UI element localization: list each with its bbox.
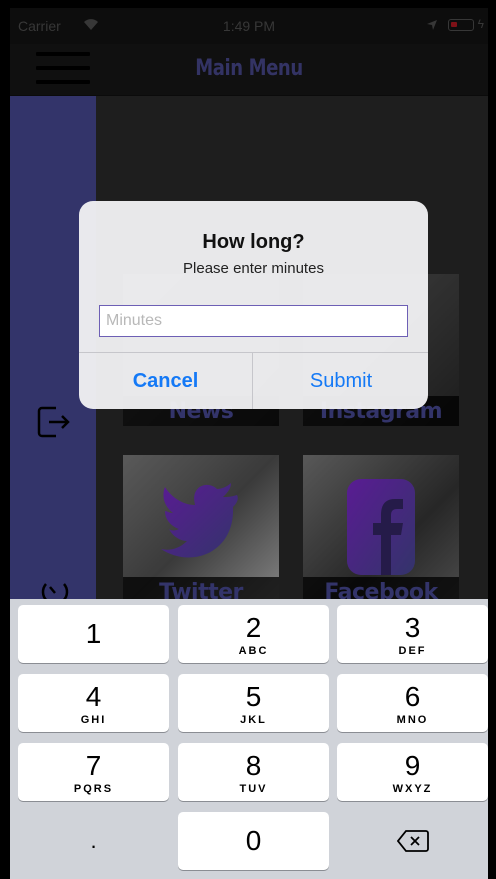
key-digit: 9 (404, 750, 421, 781)
key-0[interactable]: 0 (178, 812, 329, 870)
key-decimal[interactable]: . (18, 812, 169, 870)
key-5[interactable]: 5 JKL (178, 674, 329, 732)
alert-dialog: How long? Please enter minutes Cancel Su… (79, 201, 428, 409)
key-letters: GHI (80, 714, 107, 726)
key-letters: MNO (396, 714, 429, 726)
key-letters: DEF (398, 645, 427, 657)
key-digit: . (90, 828, 97, 853)
alert-actions: Cancel Submit (79, 352, 428, 409)
key-7[interactable]: 7 PQRS (18, 743, 169, 801)
key-9[interactable]: 9 WXYZ (337, 743, 488, 801)
key-digit: 5 (245, 681, 262, 712)
key-2[interactable]: 2 ABC (178, 605, 329, 663)
cancel-button[interactable]: Cancel (79, 353, 253, 409)
key-letters: WXYZ (392, 783, 433, 795)
minutes-input[interactable] (99, 305, 408, 337)
key-8[interactable]: 8 TUV (178, 743, 329, 801)
key-3[interactable]: 3 DEF (337, 605, 488, 663)
key-digit: 1 (85, 618, 102, 649)
alert-message: Please enter minutes (183, 260, 324, 277)
key-4[interactable]: 4 GHI (18, 674, 169, 732)
key-digit: 8 (245, 750, 262, 781)
phone-screen: Carrier 1:49 PM ϟ Main Menu News Instagr… (10, 8, 488, 879)
delete-key[interactable] (337, 812, 488, 870)
key-letters: TUV (239, 783, 268, 795)
alert-title: How long? (202, 231, 305, 253)
key-letters: ABC (238, 645, 269, 657)
submit-button[interactable]: Submit (254, 353, 428, 409)
key-digit: 6 (404, 681, 421, 712)
key-digit: 2 (245, 612, 262, 643)
delete-icon (397, 830, 429, 852)
key-digit: 4 (85, 681, 102, 712)
key-letters: JKL (240, 714, 267, 726)
key-letters: PQRS (73, 783, 114, 795)
key-digit: 0 (245, 825, 262, 856)
key-digit: 7 (85, 750, 102, 781)
key-digit: 3 (404, 612, 421, 643)
numeric-keypad: 1 2 ABC 3 DEF 4 GHI 5 JKL 6 MNO 7 PQRS 8… (10, 599, 488, 879)
key-6[interactable]: 6 MNO (337, 674, 488, 732)
key-1[interactable]: 1 (18, 605, 169, 663)
